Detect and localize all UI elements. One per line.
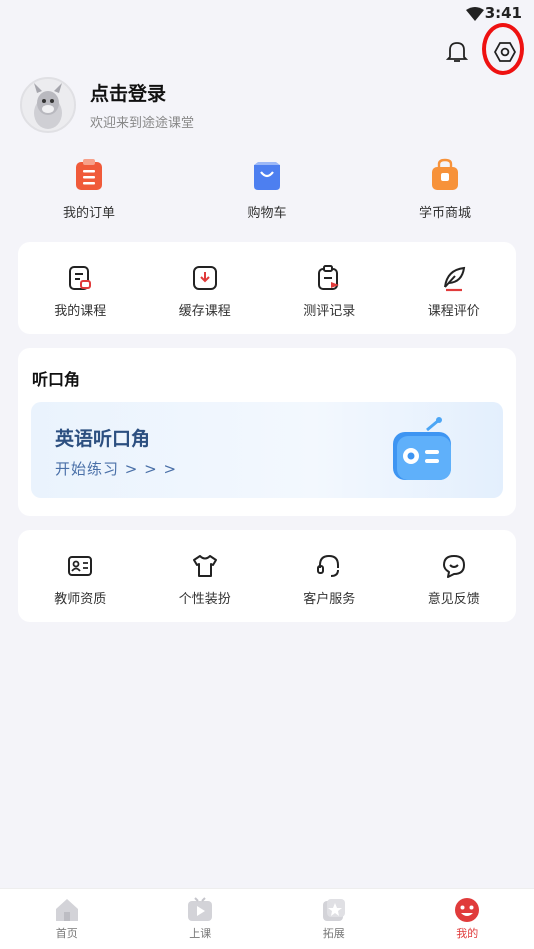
assessment-records-button[interactable]: 测评记录: [267, 264, 391, 319]
clipboard-icon: [315, 264, 343, 292]
feather-icon: [440, 264, 468, 292]
course-review-label: 课程评价: [427, 304, 480, 319]
assessment-records-label: 测评记录: [303, 304, 356, 319]
my-orders-label: 我的订单: [62, 206, 115, 221]
feedback-button[interactable]: 意见反馈: [392, 552, 516, 607]
radio-icon: [387, 416, 457, 490]
tab-class[interactable]: 上课: [134, 889, 268, 949]
tab-explore-label: 拓展: [322, 927, 345, 940]
download-icon: [191, 264, 219, 292]
shop-icon: [428, 158, 462, 192]
my-courses-label: 我的课程: [54, 304, 107, 319]
wifi-icon: [466, 6, 484, 25]
course-review-button[interactable]: 课程评价: [392, 264, 516, 319]
feedback-label: 意见反馈: [427, 592, 480, 607]
listen-card: 听口角 英语听口角 开始练习 > > >: [18, 348, 516, 516]
home-icon: [53, 897, 81, 923]
cart-button[interactable]: 购物车: [212, 158, 322, 221]
teacher-qualification-button[interactable]: 教师资质: [18, 552, 142, 607]
quick-actions: 我的订单 购物车 学币商城: [0, 158, 534, 228]
customer-service-button[interactable]: 客户服务: [267, 552, 391, 607]
cached-courses-label: 缓存课程: [178, 304, 231, 319]
banner-title: 英语听口角: [55, 428, 151, 450]
avatar[interactable]: [20, 77, 76, 133]
courses-card: 我的课程 缓存课程 测评记录 课程评价: [18, 242, 516, 334]
tab-mine-label: 我的: [456, 927, 479, 940]
play-icon: [186, 897, 214, 923]
my-courses-button[interactable]: 我的课程: [18, 264, 142, 319]
login-subtitle: 欢迎来到途途课堂: [90, 116, 195, 131]
id-card-icon: [66, 552, 94, 580]
order-icon: [72, 158, 106, 192]
shirt-icon: [191, 552, 219, 580]
star-icon: [320, 897, 348, 923]
cart-label: 购物车: [247, 206, 287, 221]
cached-courses-button[interactable]: 缓存课程: [143, 264, 267, 319]
headset-icon: [315, 552, 343, 580]
personalize-button[interactable]: 个性装扮: [143, 552, 267, 607]
teacher-qualification-label: 教师资质: [54, 592, 107, 607]
tab-home[interactable]: 首页: [0, 889, 134, 949]
personalize-label: 个性装扮: [178, 592, 231, 607]
tab-explore[interactable]: 拓展: [267, 889, 401, 949]
status-time: 3:41: [484, 4, 522, 22]
my-orders-button[interactable]: 我的订单: [34, 158, 144, 221]
login-title[interactable]: 点击登录: [90, 79, 194, 106]
bell-icon[interactable]: [444, 39, 470, 65]
customer-service-label: 客户服务: [303, 592, 356, 607]
tab-class-label: 上课: [189, 927, 212, 940]
tab-home-label: 首页: [55, 927, 78, 940]
cart-icon: [250, 158, 284, 192]
profile-header[interactable]: 点击登录 欢迎来到途途课堂: [20, 76, 194, 134]
bottom-tab-bar: 首页 上课 拓展 我的: [0, 888, 534, 949]
banner-start-link[interactable]: 开始练习 > > >: [55, 458, 177, 479]
course-icon: [66, 264, 94, 292]
settings-button[interactable]: [482, 23, 524, 75]
status-bar: 3:41: [0, 0, 534, 28]
tab-mine[interactable]: 我的: [401, 889, 534, 949]
services-card: 教师资质 个性装扮 客户服务 意见反馈: [18, 530, 516, 622]
coin-shop-label: 学币商城: [418, 206, 471, 221]
smile-icon: [440, 552, 468, 580]
top-actions: [444, 23, 524, 75]
listen-banner[interactable]: 英语听口角 开始练习 > > >: [31, 402, 503, 498]
coin-shop-button[interactable]: 学币商城: [390, 158, 500, 221]
face-icon: [453, 897, 481, 923]
listen-section-title: 听口角: [32, 370, 81, 389]
highlight-ring: [482, 23, 524, 75]
